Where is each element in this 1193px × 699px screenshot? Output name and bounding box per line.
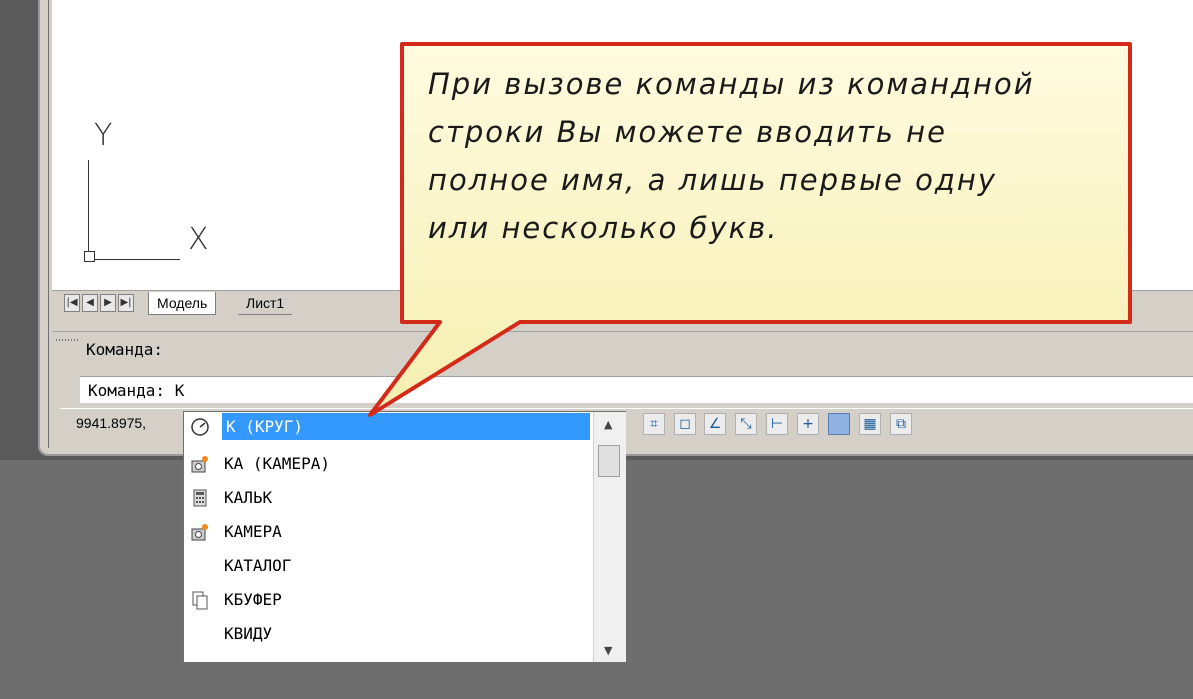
callout-text: При вызове команды из командной строки В… xyxy=(428,67,1035,245)
